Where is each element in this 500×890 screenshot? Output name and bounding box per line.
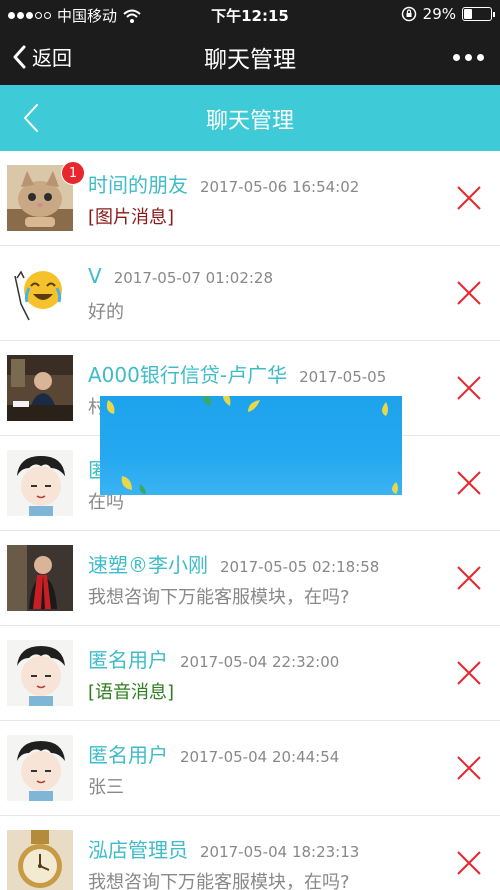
chat-list-item[interactable]: 匿名用户 2017-05-04 22:32:00 [语音消息]	[0, 626, 500, 721]
delete-icon[interactable]	[456, 565, 482, 591]
chat-name: 时间的朋友 2017-05-06 16:54:02	[88, 173, 360, 197]
more-dot-icon	[453, 54, 460, 61]
chat-list-item[interactable]: V 2017-05-07 01:02:28 好的	[0, 246, 500, 341]
chat-name: V 2017-05-07 01:02:28	[88, 264, 273, 288]
chat-time: 2017-05-04 20:44:54	[180, 748, 340, 766]
chat-name: 匿名用户 2017-05-04 22:32:00	[88, 648, 340, 672]
watch-avatar	[7, 830, 73, 890]
page-header: 聊天管理	[0, 85, 500, 151]
battery-percent: 29%	[422, 5, 456, 23]
red-scarf-avatar	[7, 545, 73, 611]
chat-preview: 我想咨询下万能客服模块，在吗?	[88, 872, 350, 890]
chat-preview: 好的	[88, 302, 124, 323]
battery-icon	[462, 7, 495, 21]
delete-icon[interactable]	[456, 470, 482, 496]
chat-list-item[interactable]: 匿名用户 2017-05-04 20:44:54 张三	[0, 721, 500, 816]
cartoon-boy-avatar	[7, 735, 73, 801]
delete-icon[interactable]	[456, 660, 482, 686]
popup-banner[interactable]	[100, 396, 402, 495]
chat-preview: 我想咨询下万能客服模块，在吗?	[88, 587, 350, 608]
chat-time: 2017-05-04 22:32:00	[180, 653, 340, 671]
chat-preview: [图片消息]	[88, 207, 175, 228]
chat-list-item[interactable]: 1 时间的朋友 2017-05-06 16:54:02 [图片消息]	[0, 151, 500, 246]
office-avatar	[7, 355, 73, 421]
chat-list: 1 时间的朋友 2017-05-06 16:54:02 [图片消息] V 201…	[0, 151, 500, 890]
chat-time: 2017-05-07 01:02:28	[113, 269, 273, 287]
delete-icon[interactable]	[456, 850, 482, 876]
chat-time: 2017-05-06 16:54:02	[200, 178, 360, 196]
rotation-lock-icon	[401, 6, 416, 22]
chat-name: 速塑®李小刚 2017-05-05 02:18:58	[88, 553, 380, 577]
nav-title: 聊天管理	[204, 47, 296, 73]
wechat-nav-bar: 返回 聊天管理	[0, 28, 500, 85]
chat-preview: [语音消息]	[88, 682, 175, 703]
unread-badge: 1	[61, 161, 85, 185]
chat-preview: 张三	[88, 777, 124, 798]
page-title: 聊天管理	[205, 109, 294, 134]
cartoon-boy-avatar	[7, 450, 73, 516]
delete-icon[interactable]	[456, 755, 482, 781]
chat-time: 2017-05-04 18:23:13	[200, 843, 360, 861]
chat-name: 匿名用户 2017-05-04 20:44:54	[88, 743, 340, 767]
chat-name: A000银行信贷-卢广华 2017-05-05	[88, 363, 387, 387]
cartoon-boy-avatar	[7, 640, 73, 706]
status-bar: 中国移动 下午12:15 29%	[0, 0, 500, 28]
more-dot-icon	[477, 54, 484, 61]
chat-list-item[interactable]: 泓店管理员 2017-05-04 18:23:13 我想咨询下万能客服模块，在吗?	[0, 816, 500, 890]
delete-icon[interactable]	[456, 375, 482, 401]
delete-icon[interactable]	[456, 185, 482, 211]
emoji-avatar	[7, 260, 73, 326]
chat-time: 2017-05-05	[299, 368, 387, 386]
chat-list-item[interactable]: 速塑®李小刚 2017-05-05 02:18:58 我想咨询下万能客服模块，在吗…	[0, 531, 500, 626]
leaf-decoration-icon	[106, 396, 398, 494]
delete-icon[interactable]	[456, 280, 482, 306]
more-dot-icon	[465, 54, 472, 61]
chat-name: 泓店管理员 2017-05-04 18:23:13	[88, 838, 360, 862]
chat-time: 2017-05-05 02:18:58	[220, 558, 380, 576]
more-menu-button[interactable]	[453, 54, 484, 61]
